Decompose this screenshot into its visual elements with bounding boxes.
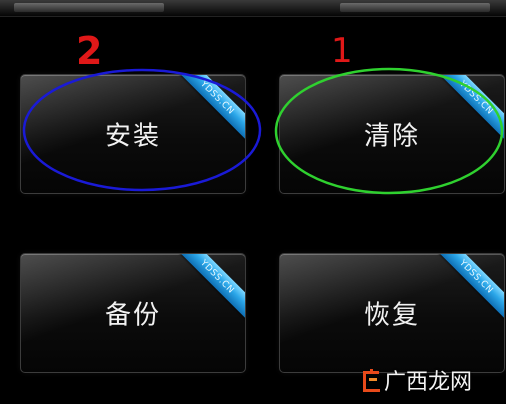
watermark-text: 广西龙网	[383, 370, 472, 395]
restore-button[interactable]: 恢复 YDSS.CN	[279, 253, 505, 373]
clear-button[interactable]: 清除 YDSS.CN	[279, 74, 505, 194]
marker-2: 2	[76, 29, 102, 73]
restore-button-label: 恢复	[363, 300, 420, 331]
title-bar-right-segment	[340, 3, 490, 12]
marker-1: 1	[331, 31, 353, 71]
watermark-logo-icon	[360, 367, 382, 393]
install-button-label: 安装	[104, 121, 161, 152]
install-button[interactable]: 安装 YDSS.CN	[20, 74, 246, 194]
title-bar-left-segment	[14, 3, 164, 12]
backup-button-label: 备份	[104, 300, 161, 331]
backup-button[interactable]: 备份 YDSS.CN	[20, 253, 246, 373]
title-bar	[0, 0, 506, 17]
watermark: 广西龙网	[360, 364, 472, 396]
clear-button-label: 清除	[363, 121, 420, 152]
